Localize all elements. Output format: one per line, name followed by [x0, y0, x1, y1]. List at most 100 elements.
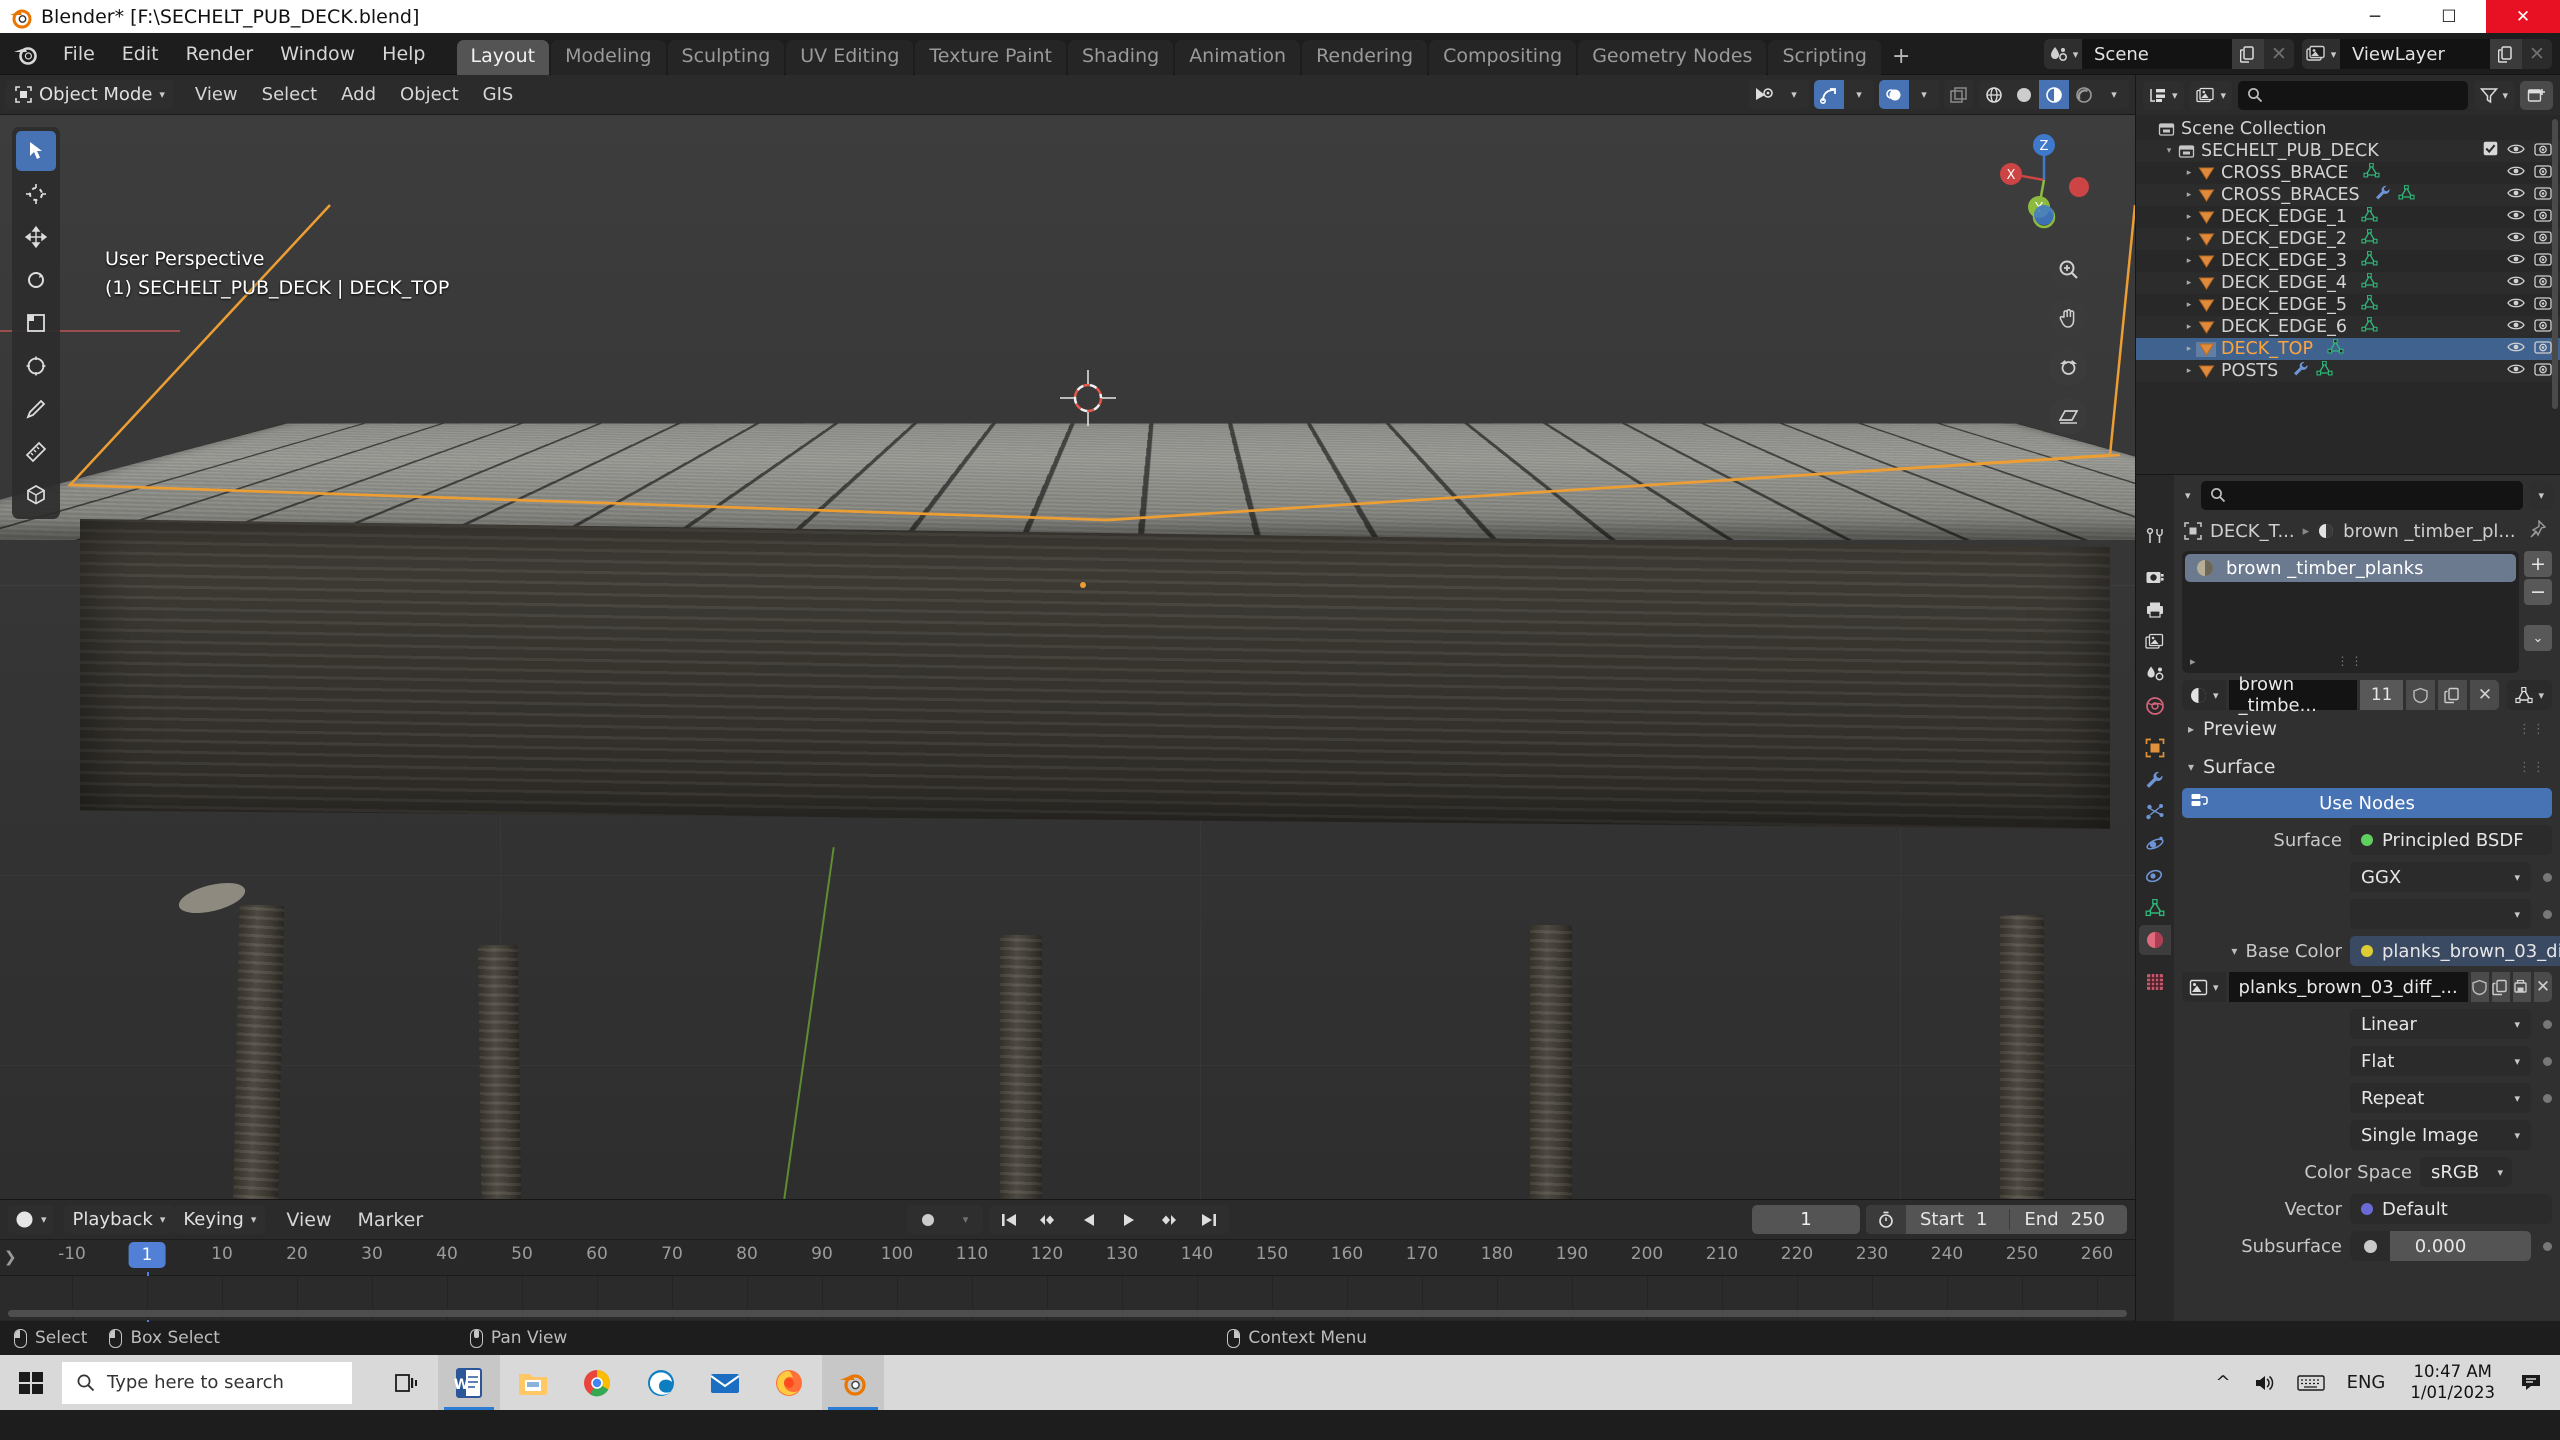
camera-view-icon[interactable]: [2049, 348, 2087, 386]
measure-tool-button[interactable]: [16, 432, 56, 472]
editor-type-dropdown[interactable]: ▾: [8, 1205, 54, 1234]
pin-icon[interactable]: [2528, 518, 2547, 543]
interpolation-dropdown[interactable]: Linear ▾: [2350, 1009, 2531, 1039]
volume-icon[interactable]: [2242, 1373, 2286, 1393]
auto-keying-toggle-icon[interactable]: [907, 1205, 949, 1234]
outliner-row-deck_edge_3[interactable]: ▸ DECK_EDGE_3: [2136, 250, 2560, 272]
disclosure-triangle-icon[interactable]: ▸: [2182, 234, 2196, 244]
window-controls[interactable]: ─ ☐ ✕: [2338, 0, 2560, 33]
hide-in-viewport-icon[interactable]: [2507, 295, 2525, 315]
jump-to-end-button[interactable]: [1189, 1205, 1229, 1234]
timeline-marker-menu[interactable]: Marker: [344, 1206, 436, 1234]
viewlayer-name[interactable]: ViewLayer: [2340, 39, 2490, 69]
disclosure-triangle-icon[interactable]: ▾: [2231, 944, 2237, 958]
distribution-dropdown[interactable]: GGX ▾: [2350, 862, 2531, 892]
workspace-tab-shading[interactable]: Shading: [1068, 39, 1174, 75]
mail-icon[interactable]: [694, 1355, 756, 1410]
editor-type-chevron-icon[interactable]: ▾: [2181, 489, 2195, 502]
chevron-down-icon[interactable]: ▾: [1779, 80, 1809, 109]
material-users-count[interactable]: 11: [2359, 680, 2404, 710]
outliner-row-posts[interactable]: ▸ POSTS: [2136, 360, 2560, 382]
disclosure-triangle-icon[interactable]: ▸: [2182, 256, 2196, 266]
hide-in-viewport-icon[interactable]: [2507, 185, 2525, 205]
firefox-icon[interactable]: [758, 1355, 820, 1410]
shading-mode-group[interactable]: ▾: [1979, 80, 2129, 109]
transport-buttons[interactable]: [988, 1205, 1229, 1234]
texture-fake-user-button[interactable]: [2470, 972, 2489, 1002]
surface-panel-header[interactable]: ▾ Surface ⋮⋮: [2182, 748, 2552, 786]
material-link-dropdown[interactable]: ▾: [2507, 680, 2552, 710]
disclosure-triangle-icon[interactable]: ▸: [2182, 212, 2196, 222]
start-frame-value[interactable]: 1: [1976, 1209, 2009, 1230]
interaction-mode-dropdown[interactable]: Object Mode ▾: [6, 80, 174, 109]
timeline-track-area[interactable]: [0, 1276, 2135, 1320]
material-slot-item[interactable]: brown _timber_planks: [2185, 554, 2516, 582]
mesh-data-icon[interactable]: [2361, 250, 2378, 271]
disclosure-triangle-icon[interactable]: ▸: [2182, 322, 2196, 332]
disable-in-renders-icon[interactable]: [2534, 207, 2552, 227]
disable-in-renders-icon[interactable]: [2534, 295, 2552, 315]
new-collection-button[interactable]: [2520, 80, 2553, 110]
disclosure-triangle-icon[interactable]: ▸: [2182, 190, 2196, 200]
fake-user-button[interactable]: [2406, 680, 2436, 710]
play-button[interactable]: [1109, 1205, 1149, 1234]
chrome-icon[interactable]: [566, 1355, 628, 1410]
annotate-tool-button[interactable]: [16, 389, 56, 429]
properties-tab-render[interactable]: [2139, 563, 2171, 593]
top-menu-file[interactable]: File: [50, 40, 108, 68]
disable-in-renders-icon[interactable]: [2534, 229, 2552, 249]
blender-logo-icon[interactable]: [12, 42, 40, 66]
outliner-row-cross_brace[interactable]: ▸ CROSS_BRACE: [2136, 162, 2560, 184]
viewport-copy-group[interactable]: [1944, 80, 1974, 109]
disable-in-renders-icon[interactable]: [2534, 141, 2552, 161]
windows-start-icon[interactable]: [0, 1355, 62, 1410]
disclosure-triangle-icon[interactable]: ▾: [2162, 146, 2176, 156]
disable-in-renders-icon[interactable]: [2534, 273, 2552, 293]
word-icon[interactable]: W: [438, 1355, 500, 1410]
snap-toggle-icon[interactable]: [1814, 80, 1844, 109]
unlink-material-button[interactable]: ✕: [2470, 680, 2500, 710]
proportional-edit-toggle-icon[interactable]: [1879, 80, 1909, 109]
current-frame-field[interactable]: 1: [1751, 1205, 1860, 1234]
viewport-menu-select[interactable]: Select: [251, 81, 329, 108]
disable-in-renders-icon[interactable]: [2534, 163, 2552, 183]
timeline-view-menu[interactable]: View: [273, 1206, 344, 1234]
properties-tab-physics[interactable]: [2139, 829, 2171, 859]
properties-scroll-area[interactable]: brown _timber_planks ▸ ⋮⋮ + − ⌄ ▾ brown …: [2174, 547, 2560, 1321]
properties-tab-object-data[interactable]: [2139, 893, 2171, 923]
properties-tab-object[interactable]: [2139, 733, 2171, 763]
disclosure-triangle-icon[interactable]: ▸: [2182, 366, 2196, 376]
pack-image-button[interactable]: [2512, 972, 2531, 1002]
material-slot-list[interactable]: brown _timber_planks ▸ ⋮⋮: [2182, 551, 2519, 673]
outliner-tree[interactable]: Scene Collection ▾ SECHELT_PUB_DECK ▸ CROSS_…: [2136, 115, 2560, 474]
duplicate-view-icon[interactable]: [1944, 80, 1974, 109]
remove-viewlayer-button[interactable]: ✕: [2522, 39, 2552, 69]
solid-shading-icon[interactable]: [2009, 80, 2039, 109]
vector-input[interactable]: Default: [2350, 1194, 2552, 1224]
hide-in-viewport-icon[interactable]: [2507, 207, 2525, 227]
mesh-data-icon[interactable]: [2361, 316, 2378, 337]
preview-panel-header[interactable]: ▸ Preview ⋮⋮: [2182, 710, 2552, 748]
workspace-tab-animation[interactable]: Animation: [1175, 39, 1301, 75]
collection-checkbox[interactable]: [2483, 141, 2498, 161]
snapping-group[interactable]: ▾: [1814, 80, 1874, 109]
new-scene-button[interactable]: [2232, 39, 2264, 69]
task-view-icon[interactable]: [374, 1355, 436, 1410]
copy-material-button[interactable]: [2438, 680, 2468, 710]
texture-copy-button[interactable]: [2491, 972, 2510, 1002]
subsurface-slider[interactable]: 0.000: [2350, 1231, 2531, 1261]
keyboard-icon[interactable]: [2286, 1374, 2336, 1392]
explorer-icon[interactable]: [502, 1355, 564, 1410]
properties-tab-constraints[interactable]: [2139, 861, 2171, 891]
proportional-editing-group[interactable]: ▾: [1879, 80, 1939, 109]
mesh-data-icon[interactable]: [2361, 206, 2378, 227]
viewport-3d[interactable]: User Perspective (1) SECHELT_PUB_DECK | …: [0, 115, 2135, 1199]
playback-menu[interactable]: Playback ▾: [63, 1205, 175, 1234]
workspace-tab-texture-paint[interactable]: Texture Paint: [915, 39, 1066, 75]
move-tool-button[interactable]: [16, 217, 56, 257]
projection-dropdown[interactable]: Flat ▾: [2350, 1046, 2531, 1076]
surface-shader-dropdown[interactable]: Principled BSDF: [2350, 825, 2552, 855]
disable-in-renders-icon[interactable]: [2534, 251, 2552, 271]
timeline-ruler[interactable]: -10 1 10 20 30 40 50 60 70 80 90 100 110 120 130 140 150…: [0, 1240, 2135, 1322]
taskbar-clock[interactable]: 10:47 AM 1/01/2023: [2396, 1362, 2509, 1403]
